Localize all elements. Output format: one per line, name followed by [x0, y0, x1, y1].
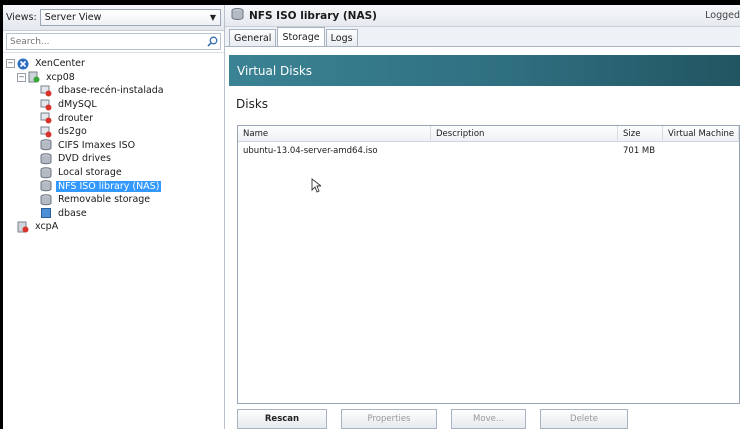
- tree-node-label: xcpA: [35, 221, 59, 233]
- tree-node-label: XenCenter: [35, 58, 85, 70]
- column-header-name[interactable]: Name: [238, 126, 431, 141]
- column-header-virtual-machine[interactable]: Virtual Machine: [663, 126, 739, 141]
- table-actions: Rescan Properties Move... Delete: [237, 409, 642, 429]
- navigation-pane: Views: Server View ▼ −XenCenter−xcp08dba…: [3, 5, 225, 429]
- disks-table: Name Description Size Virtual Machine ub…: [237, 125, 740, 404]
- tree-node-label: ds2go: [58, 126, 87, 138]
- table-header: Name Description Size Virtual Machine: [238, 126, 739, 142]
- views-bar: Views: Server View ▼: [3, 5, 224, 31]
- tree-node[interactable]: − XenCenter: [3, 57, 224, 71]
- properties-button[interactable]: Properties: [341, 409, 437, 429]
- cell-name: ubuntu-13.04-server-amd64.iso: [243, 146, 378, 156]
- tree-node[interactable]: DVD drives: [3, 152, 224, 166]
- tree-node[interactable]: NFS ISO library (NAS): [3, 179, 224, 193]
- tab-logs[interactable]: Logs: [325, 29, 358, 46]
- rescan-button[interactable]: Rescan: [237, 409, 327, 429]
- vm-stopped-icon: [40, 112, 52, 124]
- search-row: [3, 31, 224, 53]
- tree-node-label: dbase: [58, 207, 87, 219]
- view-select-value: Server View: [44, 12, 102, 23]
- server-icon: [28, 71, 40, 83]
- storage-icon: [40, 139, 52, 151]
- tree-node[interactable]: drouter: [3, 111, 224, 125]
- storage-icon: [40, 180, 52, 192]
- tree-node[interactable]: CIFS Imaxes ISO: [3, 139, 224, 153]
- tree-node[interactable]: Local storage: [3, 166, 224, 180]
- tab-general[interactable]: General: [229, 29, 277, 46]
- vm-stopped-icon: [40, 85, 52, 97]
- storage-icon: [40, 153, 52, 165]
- tree-node-label: Removable storage: [58, 194, 151, 206]
- server-disconnected-icon: [17, 221, 29, 233]
- tree-node[interactable]: − xcp08: [3, 71, 224, 85]
- tree-node-label: drouter: [58, 112, 94, 124]
- tree-node-label: NFS ISO library (NAS): [56, 180, 162, 192]
- storage-icon: [40, 193, 52, 206]
- content-pane: NFS ISO library (NAS) Logged General Sto…: [225, 5, 740, 429]
- cell-description: [431, 142, 618, 160]
- tree-node-label: CIFS Imaxes ISO: [58, 139, 136, 151]
- tree-node-label: DVD drives: [58, 153, 111, 165]
- xencenter-icon: [17, 58, 29, 70]
- view-select[interactable]: Server View ▼: [39, 9, 221, 26]
- tree-node[interactable]: dMySQL: [3, 98, 224, 112]
- title-bar: NFS ISO library (NAS) Logged: [225, 5, 740, 27]
- tab-storage[interactable]: Storage: [277, 27, 325, 46]
- collapse-toggle-icon[interactable]: −: [6, 59, 15, 69]
- vm-stopped-icon: [40, 99, 52, 111]
- cell-virtual-machine: [663, 142, 739, 160]
- search-input[interactable]: [10, 36, 206, 47]
- tree-node-label: dbase-recén-instalada: [58, 85, 164, 97]
- column-header-size[interactable]: Size: [618, 126, 663, 141]
- move-button[interactable]: Move...: [451, 409, 526, 429]
- tree-node[interactable]: dbase-recén-instalada: [3, 84, 224, 98]
- dropdown-arrow-icon[interactable]: ▼: [206, 13, 220, 22]
- table-row[interactable]: ubuntu-13.04-server-amd64.iso 701 MB: [238, 142, 739, 160]
- section-banner: Virtual Disks: [229, 55, 740, 86]
- delete-button[interactable]: Delete: [540, 409, 628, 429]
- page-title: NFS ISO library (NAS): [249, 9, 377, 22]
- tree-node-label: xcp08: [46, 71, 75, 83]
- search-icon[interactable]: [205, 36, 220, 47]
- app-window: Views: Server View ▼ −XenCenter−xcp08dba…: [0, 0, 740, 429]
- tree-node[interactable]: dbase: [3, 207, 224, 221]
- mouse-pointer-icon: [311, 178, 323, 196]
- logged-in-status: Logged: [705, 10, 740, 21]
- tree-node-label: dMySQL: [58, 99, 97, 111]
- resource-tree: − XenCenter − xcp08 dbase-recén-instalada dMy…: [3, 53, 224, 234]
- tree-node[interactable]: xcpA: [3, 220, 224, 234]
- search-box: [6, 33, 221, 50]
- cell-size: 701 MB: [623, 146, 656, 156]
- storage-icon: [231, 8, 244, 23]
- column-header-description[interactable]: Description: [431, 126, 618, 141]
- tree-node[interactable]: Removable storage: [3, 193, 224, 207]
- tree-node[interactable]: ds2go: [3, 125, 224, 139]
- tree-node-label: Local storage: [58, 167, 122, 179]
- collapse-toggle-icon[interactable]: −: [17, 72, 26, 82]
- disks-heading: Disks: [236, 97, 269, 111]
- storage-icon: [40, 166, 52, 179]
- tab-strip: General Storage Logs: [225, 27, 740, 47]
- views-label: Views:: [6, 12, 37, 23]
- template-icon: [40, 207, 52, 219]
- vm-stopped-icon: [40, 126, 52, 138]
